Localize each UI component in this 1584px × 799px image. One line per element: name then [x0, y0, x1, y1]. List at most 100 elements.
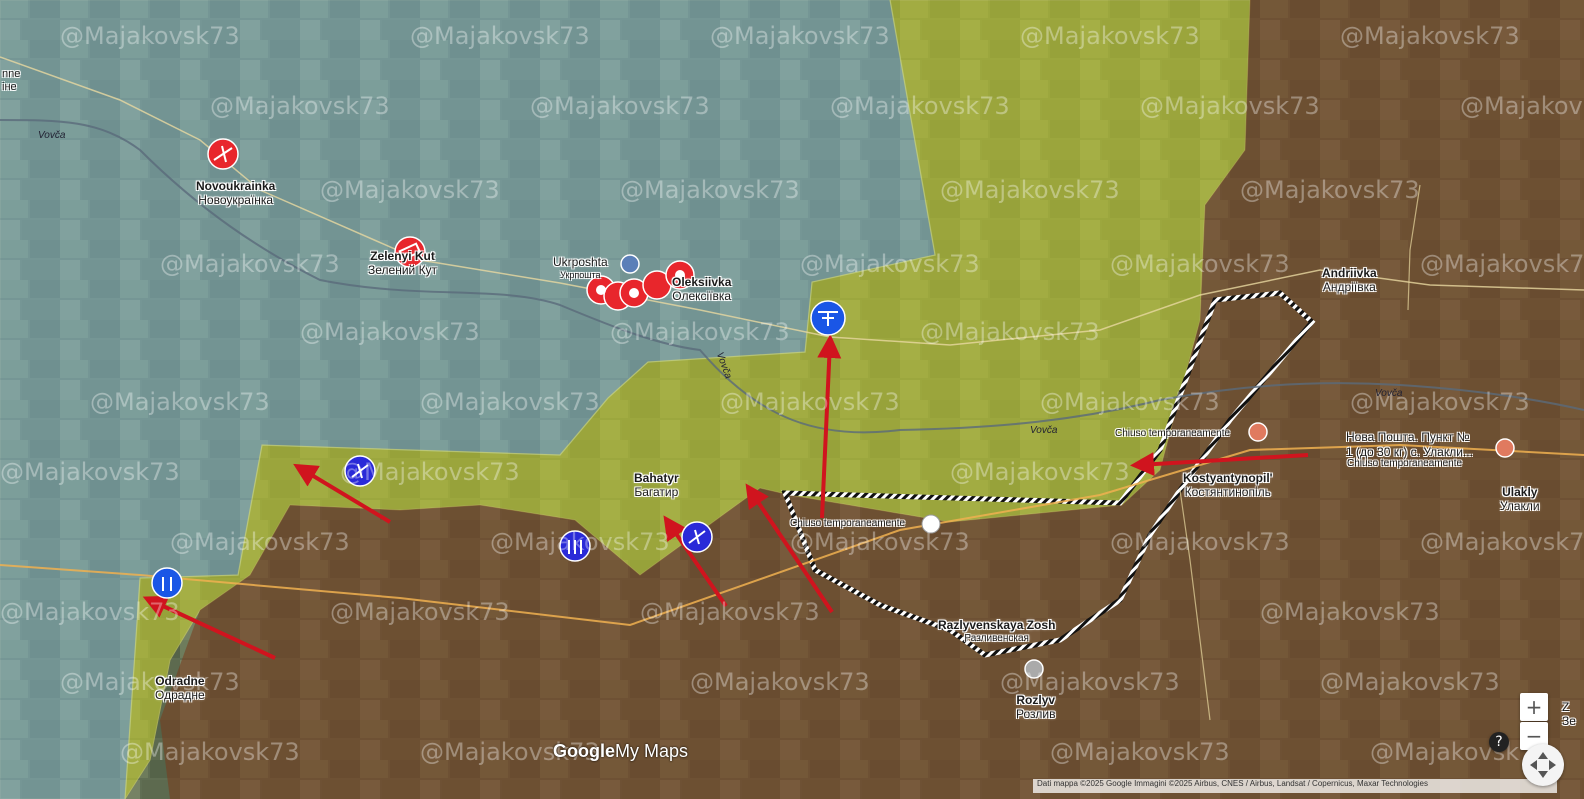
watermark: @Majakovsk73 [160, 250, 340, 278]
watermark: @Majakovsk73 [0, 598, 180, 626]
place-name-ru: Улакли [1500, 498, 1540, 513]
watermark: @Majakovsk73 [90, 388, 270, 416]
google-wordmark: Google [553, 741, 615, 761]
map-canvas[interactable]: @Majakovsk73 @Majakovsk73 @Majakovsk73 @… [0, 0, 1584, 799]
edge-label: Зе [1562, 714, 1576, 728]
crosshair-icon[interactable] [1522, 744, 1564, 786]
place-name-en: Zelenyi Kut [370, 249, 435, 263]
post-poi-icon [1495, 438, 1515, 458]
watermark: @Majakovsk73 [1110, 250, 1290, 278]
place-name-ru: Розлив [1016, 706, 1056, 721]
poi-label-closed[interactable]: Chiuso temporaneamente [1115, 428, 1230, 439]
edge-label: Z [1562, 700, 1570, 714]
place-name-en: Razlyvenskaya Zosh [938, 618, 1056, 632]
place-label-andriivka[interactable]: Andriivka Андріївка [1322, 266, 1377, 295]
watermark: @Majakovsk73 [0, 458, 180, 486]
watermark: @Majakovsk73 [320, 176, 500, 204]
watermark: @Majakovsk73 [1000, 668, 1180, 696]
watermark: @Majakovsk73 [1240, 176, 1420, 204]
place-name-ru: Зелений Кут [368, 262, 438, 277]
watermark: @Majakovsk73 [120, 738, 300, 766]
place-name-en: Oleksiivka [672, 275, 732, 289]
watermark: @Majakovsk73 [420, 388, 600, 416]
place-name-en: Novoukrainka [196, 179, 276, 193]
place-name-en: Odradne [155, 674, 205, 688]
river-label: Vovča [38, 130, 66, 141]
poi-label-nova-poshta-2: 1 (до 30 кг) с. Улакли... [1346, 445, 1473, 459]
place-name-ru: Багатир [634, 484, 679, 499]
help-button[interactable]: ? [1489, 732, 1509, 752]
poi-label-nova-poshta[interactable]: Нова Пошта. Пункт № [1346, 430, 1470, 444]
place-name-en: Andriivka [1322, 266, 1377, 280]
edge-label: nne [2, 68, 21, 80]
place-label-ulakly[interactable]: Ulakly Улакли [1500, 485, 1540, 514]
zoom-in-button[interactable]: + [1520, 693, 1548, 721]
map-attribution: Dati mappa ©2025 Google Immagini ©2025 A… [1033, 779, 1557, 793]
place-label-odradne[interactable]: Odradne Одрадне [155, 674, 205, 703]
restaurant-poi-icon [1248, 422, 1268, 442]
watermark: @Majakovsk73 [790, 528, 970, 556]
place-label-oleksiivka[interactable]: Oleksiivka Олексіївка [672, 275, 732, 304]
place-name-en: Rozlyv [1016, 693, 1056, 707]
place-label-ukrposhta[interactable]: Ukrposhta Укрпошта [553, 255, 608, 280]
watermark: @Majakovsk73 [1050, 738, 1230, 766]
watermark: @Majakovsk73 [690, 668, 870, 696]
watermark: @Majakovsk73 [490, 528, 670, 556]
watermark: @Majakovsk73 [1460, 92, 1584, 120]
watermark: @Majakovsk73 [1420, 528, 1584, 556]
watermark: @Majakovsk73 [60, 668, 240, 696]
place-name-en: Ukrposhta [553, 255, 608, 269]
place-name-en: Ulakly [1502, 485, 1538, 499]
place-name-ru: Костянтинопіль [1184, 484, 1271, 499]
watermark: @Majakovsk73 [340, 458, 520, 486]
watermark: @Majakovsk73 [330, 598, 510, 626]
river-label: Vovča [1375, 388, 1403, 399]
place-label-bahatyr[interactable]: Bahatyr Багатир [634, 471, 679, 500]
poi-label-closed[interactable]: Chiuso temporaneamente [1347, 458, 1462, 469]
watermark: @Majakovsk73 [530, 92, 710, 120]
edge-label: іне [2, 81, 17, 93]
watermark: @Majakovsk73 [640, 598, 820, 626]
crosshair-glyph [1530, 752, 1556, 778]
mymaps-wordmark: My Maps [615, 741, 689, 761]
place-name-ru: Новоукраїнка [198, 192, 274, 207]
watermark: @Majakovsk73 [60, 22, 240, 50]
watermark: @Majakovsk73 [620, 176, 800, 204]
place-label-rozlyv[interactable]: Rozlyv Розлив [1016, 693, 1056, 722]
watermark: @Majakovsk73 [1320, 668, 1500, 696]
watermark: @Majakovsk73 [1260, 598, 1440, 626]
watermark: @Majakovsk73 [830, 92, 1010, 120]
place-label-razlyvenskaya[interactable]: Razlyvenskaya Zosh Разливенская [938, 618, 1056, 644]
watermark: @Majakovsk73 [410, 22, 590, 50]
place-label-novoukrainka[interactable]: Novoukrainka Новоукраїнка [196, 179, 276, 208]
place-label-kostiantynopil[interactable]: Kostyantynopil' Костянтинопіль [1183, 471, 1273, 500]
watermark: @Majakovsk73 [1340, 22, 1520, 50]
place-name-en: Bahatyr [634, 471, 679, 485]
place-name-ru: Укрпошта [560, 269, 601, 280]
poi-label-closed[interactable]: Chiuso temporaneamente [790, 518, 905, 529]
ukrposhta-icon [620, 254, 640, 274]
place-name-ru: Одрадне [155, 687, 205, 702]
place-name-ru: Олексіївка [672, 288, 732, 303]
river-label: Vovča [1030, 425, 1058, 436]
watermark: @Majakovsk73 [300, 318, 480, 346]
watermark: @Majakovsk73 [210, 92, 390, 120]
watermark: @Majakovsk73 [940, 176, 1120, 204]
watermark: @Majakovsk73 [170, 528, 350, 556]
place-name-en: Kostyantynopil' [1183, 471, 1273, 485]
watermark: @Majakovsk73 [1040, 388, 1220, 416]
place-name-ru: Андріївка [1322, 279, 1376, 294]
watermark: @Majakovsk73 [610, 318, 790, 346]
watermark: @Majakovsk73 [1110, 528, 1290, 556]
place-name-ru: Разливенская [964, 632, 1029, 644]
place-label-zelenyi-kut[interactable]: Zelenyi Kut Зелений Кут [368, 249, 438, 278]
watermark: @Majakovsk73 [800, 250, 980, 278]
watermark: @Majakovsk73 [710, 22, 890, 50]
google-mymaps-logo: GoogleMy Maps [553, 741, 688, 762]
watermark: @Majakovsk73 [1020, 22, 1200, 50]
watermark: @Majakovsk73 [920, 318, 1100, 346]
watermark: @Majakovsk73 [720, 388, 900, 416]
watermark: @Majakovsk73 [1140, 92, 1320, 120]
watermark: @Majakovsk73 [950, 458, 1130, 486]
watermark: @Majakovsk73 [1420, 250, 1584, 278]
